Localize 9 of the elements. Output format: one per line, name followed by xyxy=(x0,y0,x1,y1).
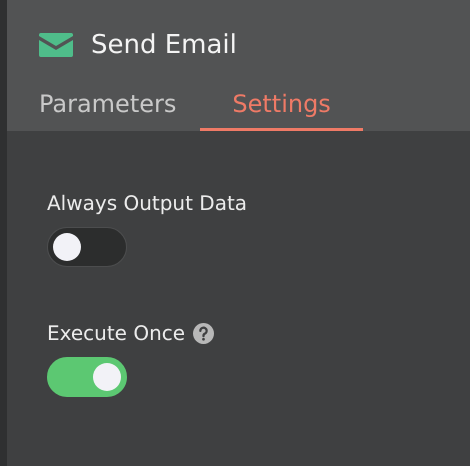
envelope-icon xyxy=(39,33,73,57)
setting-label: Execute Once xyxy=(47,321,186,345)
help-icon[interactable] xyxy=(193,322,214,344)
setting-label: Always Output Data xyxy=(47,191,248,215)
tab[interactable]: Settings xyxy=(200,84,363,131)
toggle-switch[interactable] xyxy=(47,357,127,397)
toggle-switch[interactable] xyxy=(47,227,127,267)
tab[interactable]: Parameters xyxy=(25,84,190,131)
node-title: Send Email xyxy=(91,30,237,60)
